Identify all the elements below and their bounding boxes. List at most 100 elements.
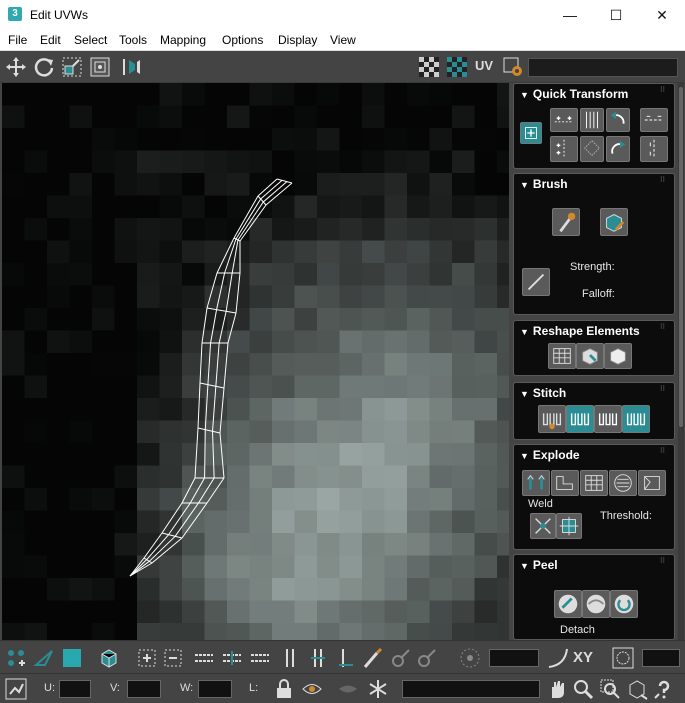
- uv-label[interactable]: UV: [475, 58, 493, 73]
- pan-hand-icon[interactable]: [545, 677, 569, 701]
- soft-selection-field[interactable]: [489, 649, 539, 667]
- texture-dropdown[interactable]: [528, 58, 678, 77]
- break-button[interactable]: [522, 470, 550, 496]
- align-vertical-button[interactable]: [550, 136, 578, 162]
- w-field[interactable]: [198, 680, 232, 698]
- zoom-icon[interactable]: [571, 677, 595, 701]
- paint-grow-icon[interactable]: [388, 646, 412, 670]
- side-panel-scrollbar[interactable]: [678, 83, 684, 640]
- menu-options[interactable]: Options: [222, 33, 263, 47]
- rotate-cw-button[interactable]: [606, 136, 630, 162]
- freeform-icon[interactable]: [87, 54, 113, 80]
- weld-selected-button[interactable]: [530, 513, 556, 539]
- uv-canvas[interactable]: [2, 83, 509, 640]
- brush-settings-button[interactable]: [522, 268, 550, 296]
- scrollbar-thumb[interactable]: [679, 87, 683, 427]
- minimize-button[interactable]: —: [547, 0, 593, 30]
- grip-icon[interactable]: ⁝⁝: [660, 323, 668, 333]
- rollout-header-explode[interactable]: ▼ Explode: [520, 448, 580, 462]
- uv-viewport[interactable]: [2, 83, 509, 640]
- stitch-to-target-button[interactable]: [622, 405, 650, 433]
- zoom-extents-icon[interactable]: [625, 677, 649, 701]
- menu-display[interactable]: Display: [278, 33, 317, 47]
- loop-select-icon[interactable]: [192, 646, 216, 670]
- straighten-button[interactable]: [548, 343, 576, 369]
- lock-icon[interactable]: [272, 677, 296, 701]
- rotate-icon[interactable]: [31, 54, 57, 80]
- show-hidden-icon[interactable]: [300, 677, 324, 701]
- relax-brush-button[interactable]: [600, 208, 628, 236]
- menu-file[interactable]: File: [8, 33, 27, 47]
- rotate-ccw-button[interactable]: [606, 108, 630, 132]
- paint-shrink-icon[interactable]: [414, 646, 438, 670]
- ring-select-icon[interactable]: [278, 646, 302, 670]
- menu-tools[interactable]: Tools: [119, 33, 147, 47]
- pelt-map-button[interactable]: [582, 590, 610, 618]
- grip-icon[interactable]: ⁝⁝: [660, 385, 668, 395]
- center-pivot-button[interactable]: [520, 122, 542, 144]
- paint-select-icon[interactable]: [360, 646, 384, 670]
- loop-grow-icon[interactable]: [220, 646, 244, 670]
- menu-edit[interactable]: Edit: [40, 33, 61, 47]
- settings-icon[interactable]: [500, 54, 526, 80]
- falloff-curve-icon[interactable]: [546, 646, 570, 670]
- polygon-select-icon[interactable]: [60, 646, 84, 670]
- detach-edge-verts-button[interactable]: [551, 470, 579, 496]
- selection-set-field[interactable]: [402, 680, 540, 698]
- rollout-header-stitch[interactable]: ▼ Stitch: [520, 386, 566, 400]
- rollout-header-reshape[interactable]: ▼ Reshape Elements: [520, 324, 640, 338]
- loop-shrink-icon[interactable]: [248, 646, 272, 670]
- menu-view[interactable]: View: [330, 33, 356, 47]
- close-button[interactable]: ✕: [639, 0, 685, 30]
- stitch-custom-button[interactable]: [538, 405, 566, 433]
- rollout-header-brush[interactable]: ▼ Brush: [520, 177, 568, 191]
- align-horizontal-button[interactable]: [550, 108, 578, 132]
- zoom-region-icon[interactable]: [598, 677, 622, 701]
- freeze-icon[interactable]: [366, 677, 390, 701]
- vertex-select-icon[interactable]: [4, 646, 28, 670]
- rollout-header-quick-transform[interactable]: ▼ Quick Transform: [520, 87, 628, 101]
- soft-selection-icon[interactable]: [458, 646, 482, 670]
- relax-by-polygon-button[interactable]: [604, 343, 632, 369]
- texture-checker-icon[interactable]: [444, 54, 470, 80]
- scale-icon[interactable]: [59, 54, 85, 80]
- v-field[interactable]: [127, 680, 161, 698]
- relax-button[interactable]: [576, 343, 604, 369]
- grip-icon[interactable]: ⁝⁝: [660, 557, 668, 567]
- flatten-by-polygon-button[interactable]: [580, 470, 608, 496]
- space-vertical-button[interactable]: [580, 136, 604, 162]
- shrink-selection-icon[interactable]: [161, 646, 185, 670]
- ring-grow-icon[interactable]: [306, 646, 330, 670]
- xy-axis-toggle[interactable]: XY: [573, 649, 593, 666]
- rollout-header-peel[interactable]: ▼ Peel: [520, 558, 558, 572]
- menu-select[interactable]: Select: [74, 33, 107, 47]
- quick-peel-button[interactable]: [554, 590, 582, 618]
- grow-selection-icon[interactable]: [135, 646, 159, 670]
- grip-icon[interactable]: ⁝⁝: [660, 447, 668, 457]
- move-icon[interactable]: [3, 54, 29, 80]
- flatten-by-smoothing-button[interactable]: [609, 470, 637, 496]
- align-vertical-edge-button[interactable]: [640, 136, 668, 162]
- reset-peel-button[interactable]: [610, 590, 638, 618]
- ring-shrink-icon[interactable]: [334, 646, 358, 670]
- stitch-to-average-button[interactable]: [594, 405, 622, 433]
- help-icon[interactable]: [652, 677, 676, 701]
- weld-target-button[interactable]: [556, 513, 582, 539]
- space-horizontal-button[interactable]: [580, 108, 604, 132]
- mirror-icon[interactable]: [118, 54, 144, 80]
- menu-mapping[interactable]: Mapping: [160, 33, 206, 47]
- element-select-icon[interactable]: [97, 646, 121, 670]
- bottom-right-field[interactable]: [642, 649, 680, 667]
- grip-icon[interactable]: ⁝⁝: [660, 176, 668, 186]
- flatten-by-material-button[interactable]: [638, 470, 666, 496]
- u-field[interactable]: [59, 680, 91, 698]
- align-to-edge-button[interactable]: [640, 108, 668, 132]
- edge-select-icon[interactable]: [32, 646, 56, 670]
- transform-mode-icon[interactable]: [4, 677, 28, 701]
- maximize-button[interactable]: ☐: [593, 0, 639, 30]
- checker-icon[interactable]: [416, 54, 442, 80]
- lock-select-icon[interactable]: [611, 646, 635, 670]
- hide-icon[interactable]: [336, 677, 360, 701]
- stitch-to-source-button[interactable]: [566, 405, 594, 433]
- grip-icon[interactable]: ⁝⁝: [660, 86, 668, 96]
